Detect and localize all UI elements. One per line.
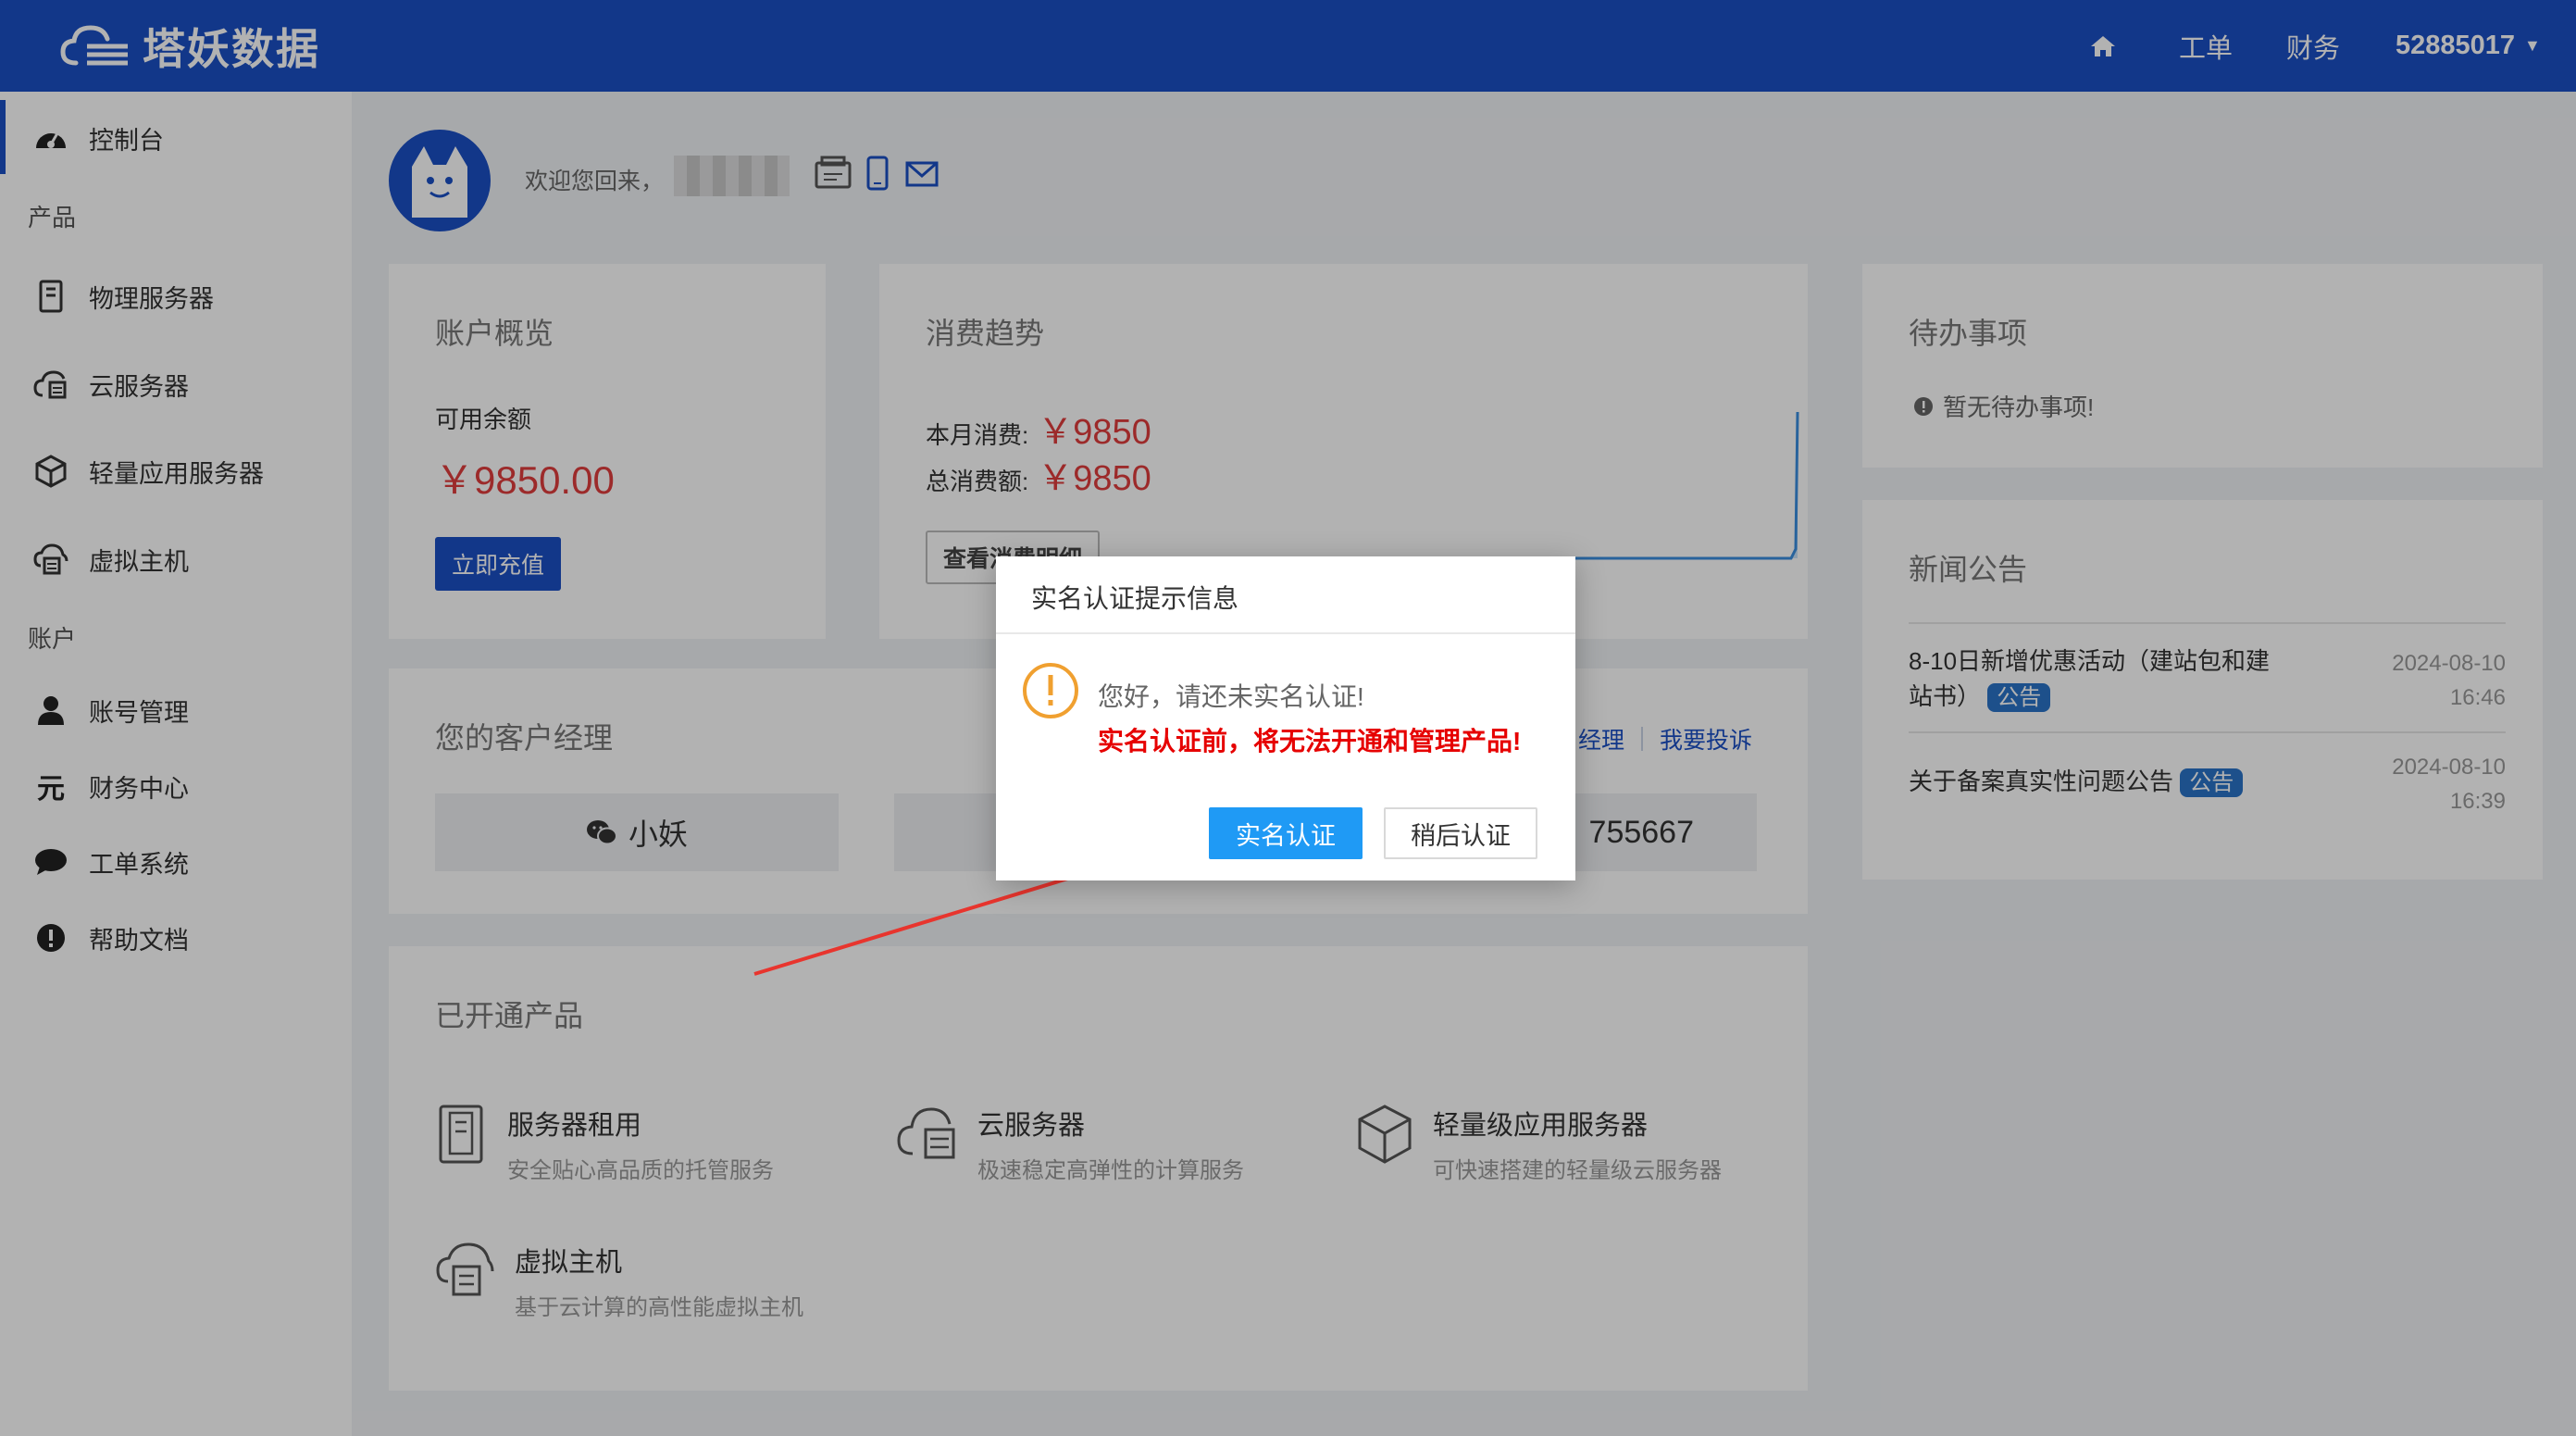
dialog-message: 您好，请还未实名认证! (1098, 682, 1364, 711)
dialog-warning: 实名认证前，将无法开通和管理产品! (1098, 727, 1522, 755)
verify-later-button[interactable]: 稍后认证 (1384, 807, 1537, 859)
dialog-title: 实名认证提示信息 (996, 556, 1575, 634)
realname-dialog: 实名认证提示信息 您好，请还未实名认证! 实名认证前，将无法开通和管理产品! 实… (996, 556, 1575, 880)
warning-icon (1022, 662, 1079, 724)
verify-now-button[interactable]: 实名认证 (1209, 807, 1363, 859)
